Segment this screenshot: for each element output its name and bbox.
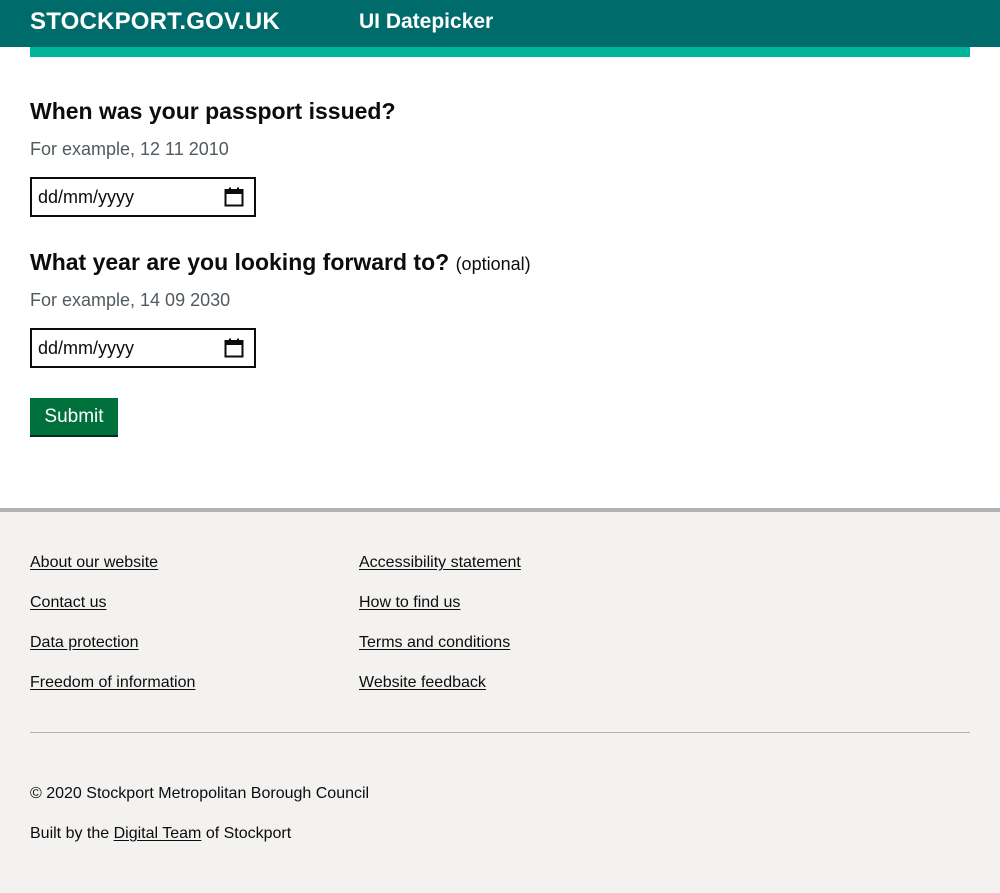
built-by-suffix: of Stockport xyxy=(205,825,292,842)
footer-link-feedback[interactable]: Website feedback xyxy=(359,674,486,692)
digital-team-link[interactable]: Digital Team xyxy=(114,825,202,842)
built-by-text: Built by the Digital Team of Stockport xyxy=(30,825,291,843)
forward-year-question: What year are you looking forward to? (o… xyxy=(30,249,531,276)
site-footer: About our website Contact us Data protec… xyxy=(0,508,1000,893)
site-header: STOCKPORT.GOV.UK UI Datepicker xyxy=(0,0,1000,47)
footer-link-find-us[interactable]: How to find us xyxy=(359,594,460,612)
built-by-prefix: Built by the xyxy=(30,825,110,842)
passport-issued-hint: For example, 12 11 2010 xyxy=(30,139,229,159)
forward-year-date-input[interactable]: dd/mm/yyyy xyxy=(30,328,256,368)
date-placeholder: dd/mm/yyyy xyxy=(38,338,135,358)
footer-link-data-protection[interactable]: Data protection xyxy=(30,634,139,652)
date-placeholder: dd/mm/yyyy xyxy=(38,187,135,207)
footer-link-terms[interactable]: Terms and conditions xyxy=(359,634,510,652)
forward-year-hint: For example, 14 09 2030 xyxy=(30,290,231,310)
footer-link-about[interactable]: About our website xyxy=(30,554,158,572)
passport-issued-date-input[interactable]: dd/mm/yyyy xyxy=(30,177,256,217)
footer-divider xyxy=(30,732,970,733)
passport-issued-label: When was your passport issued? xyxy=(30,98,396,124)
forward-year-label: What year are you looking forward to? xyxy=(30,249,450,275)
footer-link-accessibility[interactable]: Accessibility statement xyxy=(359,554,521,572)
main-content: When was your passport issued? For examp… xyxy=(0,47,1000,508)
service-name-link[interactable]: UI Datepicker xyxy=(359,10,493,34)
optional-tag: (optional) xyxy=(455,254,531,274)
calendar-icon[interactable] xyxy=(224,187,244,207)
footer-link-contact[interactable]: Contact us xyxy=(30,594,106,612)
site-brand-link[interactable]: STOCKPORT.GOV.UK xyxy=(30,8,280,36)
footer-link-foi[interactable]: Freedom of information xyxy=(30,674,195,692)
copyright-text: © 2020 Stockport Metropolitan Borough Co… xyxy=(30,785,370,802)
passport-issued-question: When was your passport issued? xyxy=(30,98,396,125)
calendar-icon[interactable] xyxy=(224,338,244,358)
accent-bar xyxy=(30,47,970,57)
submit-button[interactable]: Submit xyxy=(30,398,118,435)
